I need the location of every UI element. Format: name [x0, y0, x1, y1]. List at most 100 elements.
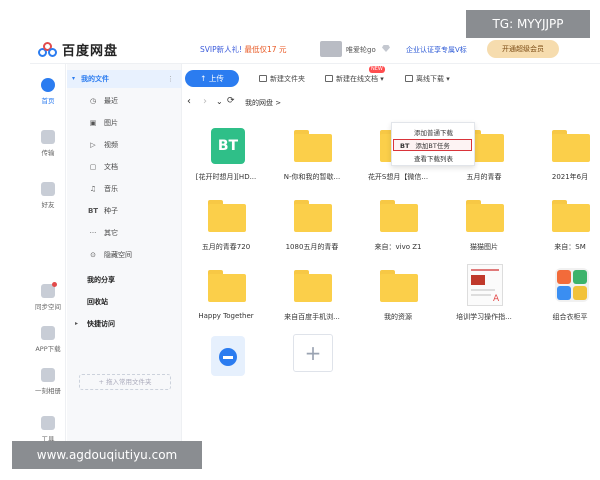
upload-button[interactable]: ↑ 上传 [185, 70, 239, 87]
tree-item-images[interactable]: ▣ 图片 [87, 116, 118, 130]
history-dropdown-icon[interactable]: ⌄ [216, 97, 223, 106]
tree-item-label: 文档 [104, 163, 118, 171]
rail-item-sync[interactable]: 同步空间 [30, 282, 66, 311]
clock-icon: ◷ [89, 97, 97, 105]
video-icon: ▷ [90, 141, 96, 149]
rail-label: 同步空间 [35, 303, 61, 311]
tree-item-label: 音乐 [104, 185, 118, 193]
document-icon: ▢ [89, 163, 97, 171]
file-name: 五月的青春720 [201, 243, 251, 251]
back-arrow-icon[interactable]: ‹ [187, 96, 191, 107]
refresh-icon[interactable]: ⟳ [227, 96, 235, 106]
tree-item-docs[interactable]: ▢ 文档 [87, 160, 118, 174]
rail-label: APP下载 [35, 345, 61, 353]
app-thumbnail-icon [555, 268, 589, 302]
promo-price: 最低仅17 元 [244, 45, 287, 54]
forward-arrow-icon[interactable]: › [203, 96, 207, 107]
breadcrumb[interactable]: 我的网盘 > [245, 98, 281, 108]
file-name: [花开时想月][HD... [195, 173, 257, 181]
file-item[interactable]: 五月的青春720 [183, 190, 269, 260]
file-item[interactable]: A 培训学习操作指... [441, 260, 527, 330]
phone-icon [41, 326, 55, 340]
main-panel: ↑ 上传 新建文件夹 新建在线文档 ▾ NEW 离线下载 ▾ ‹ › ⌄ ⟳ 我… [183, 64, 600, 442]
file-item[interactable]: 2021年6月 [527, 120, 600, 190]
caret-right-icon[interactable]: ▸ [75, 320, 78, 327]
watermark-telegram: TG: MYYJJPP [466, 10, 590, 38]
rail-label: 好友 [41, 201, 55, 209]
netdisk-file-icon [211, 336, 245, 376]
file-item[interactable]: Happy Together [183, 260, 269, 330]
pdf-badge-icon: A [493, 294, 500, 304]
ellipsis-icon: ··· [89, 229, 97, 237]
new-folder-label: 新建文件夹 [270, 75, 305, 83]
rail-item-app-download[interactable]: APP下载 [30, 326, 66, 353]
rail-item-tools[interactable]: 工具 [30, 416, 66, 442]
tree-item-music[interactable]: ♫ 音乐 [87, 182, 118, 196]
file-item[interactable]: 组合衣柜平 [527, 260, 600, 330]
add-item-tile[interactable]: + [269, 330, 355, 400]
rail-item-album[interactable]: 一刻相册 [30, 368, 66, 395]
file-name: 来自：SM [554, 243, 586, 251]
tree-item-torrents[interactable]: BT 种子 [87, 204, 118, 218]
tree-item-label: 图片 [104, 119, 118, 127]
menu-item-label: 添加普通下载 [414, 129, 453, 137]
file-item[interactable]: 来自百度手机浏... [269, 260, 355, 330]
file-name: 五月的青春 [466, 173, 502, 181]
tree-item-label: 其它 [104, 229, 118, 237]
username[interactable]: 唯爱轮go [346, 45, 376, 55]
file-item[interactable] [183, 330, 269, 400]
watermark-site: www.agdouqiutiyu.com [12, 441, 202, 469]
rail-item-home[interactable]: 首页 [30, 78, 66, 105]
file-item[interactable]: 1080五月的青春 [269, 190, 355, 260]
tree-item-label: 隐藏空间 [104, 251, 132, 259]
folder-icon [208, 200, 246, 232]
tree-item-recent[interactable]: ◷ 最近 [87, 94, 118, 108]
tree-item-recycle-bin[interactable]: 回收站 [87, 297, 108, 307]
new-badge: NEW [369, 66, 385, 73]
folder-icon [552, 130, 590, 162]
left-rail: 首页 传输 好友 同步空间 APP下载 一刻相册 工具 [30, 64, 66, 442]
bt-icon: BT [87, 207, 99, 215]
tree-item-other[interactable]: ··· 其它 [87, 226, 118, 240]
offline-download-menu: 添加普通下载 BT 添加BT任务 查看下载列表 [391, 122, 475, 166]
rail-label: 一刻相册 [35, 387, 61, 395]
app-logo[interactable]: 百度网盘 [38, 40, 118, 59]
folder-icon [552, 200, 590, 232]
rail-label: 传输 [41, 149, 55, 157]
rail-item-transfer[interactable]: 传输 [30, 130, 66, 157]
file-name: 我的资源 [384, 313, 412, 321]
file-item[interactable]: BT [花开时想月][HD... [183, 120, 269, 190]
more-icon[interactable]: ⋮ [167, 70, 174, 88]
tree-item-videos[interactable]: ▷ 视频 [87, 138, 118, 152]
file-item[interactable]: 我的资源 [355, 260, 441, 330]
upgrade-svip-button[interactable]: 开通超级会员 [487, 40, 559, 58]
lock-icon: ⊙ [90, 251, 96, 259]
tools-grid-icon [41, 416, 55, 430]
enterprise-cert-link[interactable]: 企业认证享专属V标 [406, 45, 467, 55]
file-name: 培训学习操作指... [456, 313, 512, 321]
file-item[interactable]: 来自：SM [527, 190, 600, 260]
menu-item-add-normal-download[interactable]: 添加普通下载 [392, 127, 476, 139]
logo-text: 百度网盘 [62, 44, 119, 59]
tree-item-hidden-space[interactable]: ⊙ 隐藏空间 [87, 248, 132, 262]
file-item[interactable]: 来自：vivo Z1 [355, 190, 441, 260]
svip-promo-link[interactable]: SVIP新人礼! 最低仅17 元 [200, 44, 286, 55]
tree-item-my-files[interactable]: ▾ 我的文件 ⋮ [67, 70, 182, 88]
add-quick-folder-button[interactable]: + 拖入常用文件夹 [79, 374, 171, 390]
user-avatar[interactable] [320, 41, 342, 57]
folder-icon [208, 270, 246, 302]
new-online-doc-button[interactable]: 新建在线文档 ▾ [325, 74, 384, 84]
menu-item-view-download-list[interactable]: 查看下载列表 [392, 153, 476, 165]
new-folder-button[interactable]: 新建文件夹 [259, 74, 305, 84]
folder-plus-icon [259, 75, 267, 82]
menu-item-add-bt-task[interactable]: BT 添加BT任务 [393, 139, 472, 151]
file-item[interactable]: N-你和我的暂歇... [269, 120, 355, 190]
file-item[interactable]: 猫猫图片 [441, 190, 527, 260]
file-name: 来自百度手机浏... [284, 313, 340, 321]
rail-item-friends[interactable]: 好友 [30, 182, 66, 209]
caret-down-icon: ▾ [72, 75, 76, 82]
offline-download-button[interactable]: 离线下载 ▾ [405, 74, 450, 84]
tree-item-quick-access[interactable]: 快捷访问 [87, 319, 115, 329]
tree-item-my-share[interactable]: 我的分享 [87, 275, 115, 285]
promo-prefix: SVIP新人礼! [200, 45, 245, 54]
